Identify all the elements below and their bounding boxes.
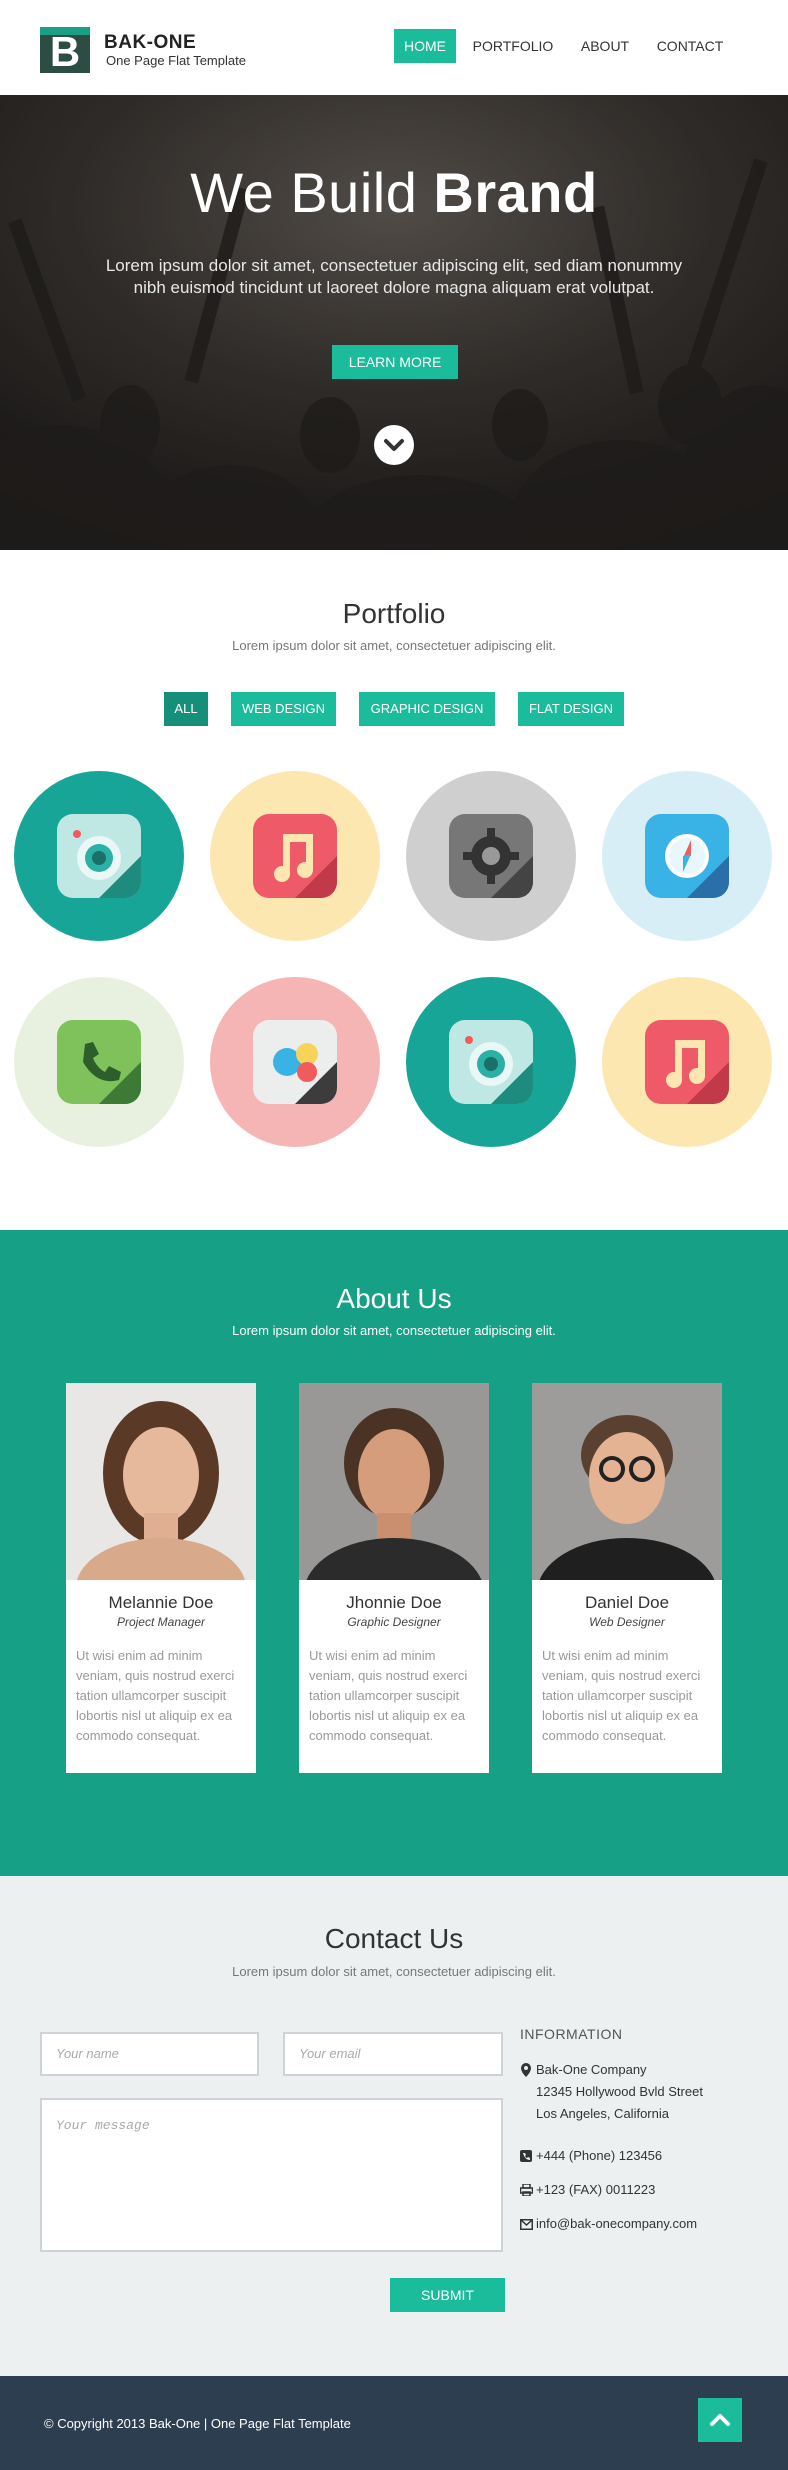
phone-icon	[57, 1020, 141, 1104]
hero-title: We Build Brand	[190, 161, 598, 224]
member-photo	[299, 1383, 489, 1580]
email-input[interactable]: Your email	[283, 2032, 503, 2076]
portfolio-title: Portfolio	[342, 598, 446, 629]
about-section: About Us Lorem ipsum dolor sit amet, con…	[0, 1230, 788, 1876]
site-header: B BAK-ONE One Page Flat Template HOME PO…	[0, 0, 788, 95]
brand-tagline: One Page Flat Template	[106, 53, 246, 68]
company-name: Bak-One Company	[536, 2062, 647, 2077]
member-role: Graphic Designer	[347, 1615, 441, 1629]
member-name: Daniel Doe	[584, 1593, 670, 1612]
member-name: Jhonnie Doe	[346, 1593, 442, 1612]
compass-icon	[645, 814, 729, 898]
team-member-card: Daniel Doe Web Designer Ut wisi enim ad …	[532, 1383, 722, 1773]
chat-bubbles-icon	[253, 1020, 337, 1104]
member-role: Project Manager	[116, 1615, 206, 1629]
hero-description: Lorem ipsum dolor sit amet, consectetuer…	[105, 256, 683, 297]
nav-contact[interactable]: CONTACT	[650, 29, 730, 63]
email-address[interactable]: info@bak-onecompany.com	[536, 2216, 697, 2231]
back-to-top-button[interactable]	[698, 2398, 742, 2442]
filter-graphic-design[interactable]: GRAPHIC DESIGN	[359, 692, 495, 726]
portfolio-item[interactable]	[406, 977, 576, 1147]
nav-home[interactable]: HOME	[394, 29, 456, 63]
map-marker-icon	[520, 2063, 532, 2077]
portfolio-item[interactable]	[602, 977, 772, 1147]
address-line-2: Los Angeles, California	[536, 2106, 669, 2121]
logo[interactable]: B	[40, 27, 90, 75]
filter-web-design[interactable]: WEB DESIGN	[231, 692, 336, 726]
fax-number: +123 (FAX) 0011223	[536, 2182, 656, 2197]
name-input[interactable]: Your name	[40, 2032, 259, 2076]
copyright-text: © Copyright 2013 Bak-One | One Page Flat…	[44, 2416, 351, 2431]
phone-icon	[520, 2150, 532, 2162]
information-heading: INFORMATION	[520, 2026, 623, 2042]
team-member-card: Jhonnie Doe Graphic Designer Ut wisi eni…	[299, 1383, 489, 1773]
learn-more-button[interactable]: LEARN MORE	[332, 345, 458, 379]
member-bio: Ut wisi enim ad minim veniam, quis nostr…	[542, 1648, 701, 1743]
member-name: Melannie Doe	[108, 1593, 214, 1612]
portfolio-item[interactable]	[210, 771, 380, 941]
address-line-1: 12345 Hollywood Bvld Street	[536, 2084, 703, 2099]
filter-flat-design[interactable]: FLAT DESIGN	[518, 692, 624, 726]
member-bio: Ut wisi enim ad minim veniam, quis nostr…	[309, 1648, 468, 1743]
camera-icon	[449, 1020, 533, 1104]
site-footer: © Copyright 2013 Bak-One | One Page Flat…	[0, 2376, 788, 2470]
member-role: Web Designer	[589, 1615, 665, 1629]
phone-number: +444 (Phone) 123456	[536, 2148, 663, 2163]
scroll-down-button[interactable]	[374, 425, 414, 465]
contact-section: Contact Us Lorem ipsum dolor sit amet, c…	[0, 1876, 788, 2376]
nav-about[interactable]: ABOUT	[572, 29, 638, 63]
envelope-icon	[520, 2219, 533, 2231]
portfolio-item[interactable]	[406, 771, 576, 941]
team-member-card: Melannie Doe Project Manager Ut wisi eni…	[66, 1383, 256, 1773]
brand-name: BAK-ONE	[104, 32, 197, 53]
fax-printer-icon	[519, 2183, 534, 2197]
chevron-up-icon	[710, 2414, 730, 2426]
about-subtitle: Lorem ipsum dolor sit amet, consectetuer…	[232, 1323, 556, 1338]
contact-subtitle: Lorem ipsum dolor sit amet, consectetuer…	[232, 1964, 556, 1979]
music-note-icon	[253, 814, 337, 898]
music-note-icon	[645, 1020, 729, 1104]
hero-section: We Build Brand Lorem ipsum dolor sit ame…	[0, 95, 788, 550]
member-photo	[66, 1383, 256, 1580]
message-textarea[interactable]: Your message	[40, 2098, 503, 2252]
contact-title: Contact Us	[324, 1923, 464, 1954]
member-bio: Ut wisi enim ad minim veniam, quis nostr…	[76, 1648, 235, 1743]
portfolio-item[interactable]	[14, 977, 184, 1147]
filter-all[interactable]: ALL	[164, 692, 208, 726]
chevron-down-icon	[384, 439, 404, 451]
about-title: About Us	[336, 1283, 452, 1314]
portfolio-item[interactable]	[14, 771, 184, 941]
nav-portfolio[interactable]: PORTFOLIO	[468, 29, 558, 63]
submit-button[interactable]: SUBMIT	[390, 2278, 505, 2312]
portfolio-subtitle: Lorem ipsum dolor sit amet, consectetuer…	[232, 638, 556, 653]
settings-gear-icon	[449, 814, 533, 898]
portfolio-item[interactable]	[602, 771, 772, 941]
portfolio-item[interactable]	[210, 977, 380, 1147]
logo-letter: B	[49, 28, 81, 75]
member-photo	[532, 1383, 722, 1580]
camera-icon	[57, 814, 141, 898]
